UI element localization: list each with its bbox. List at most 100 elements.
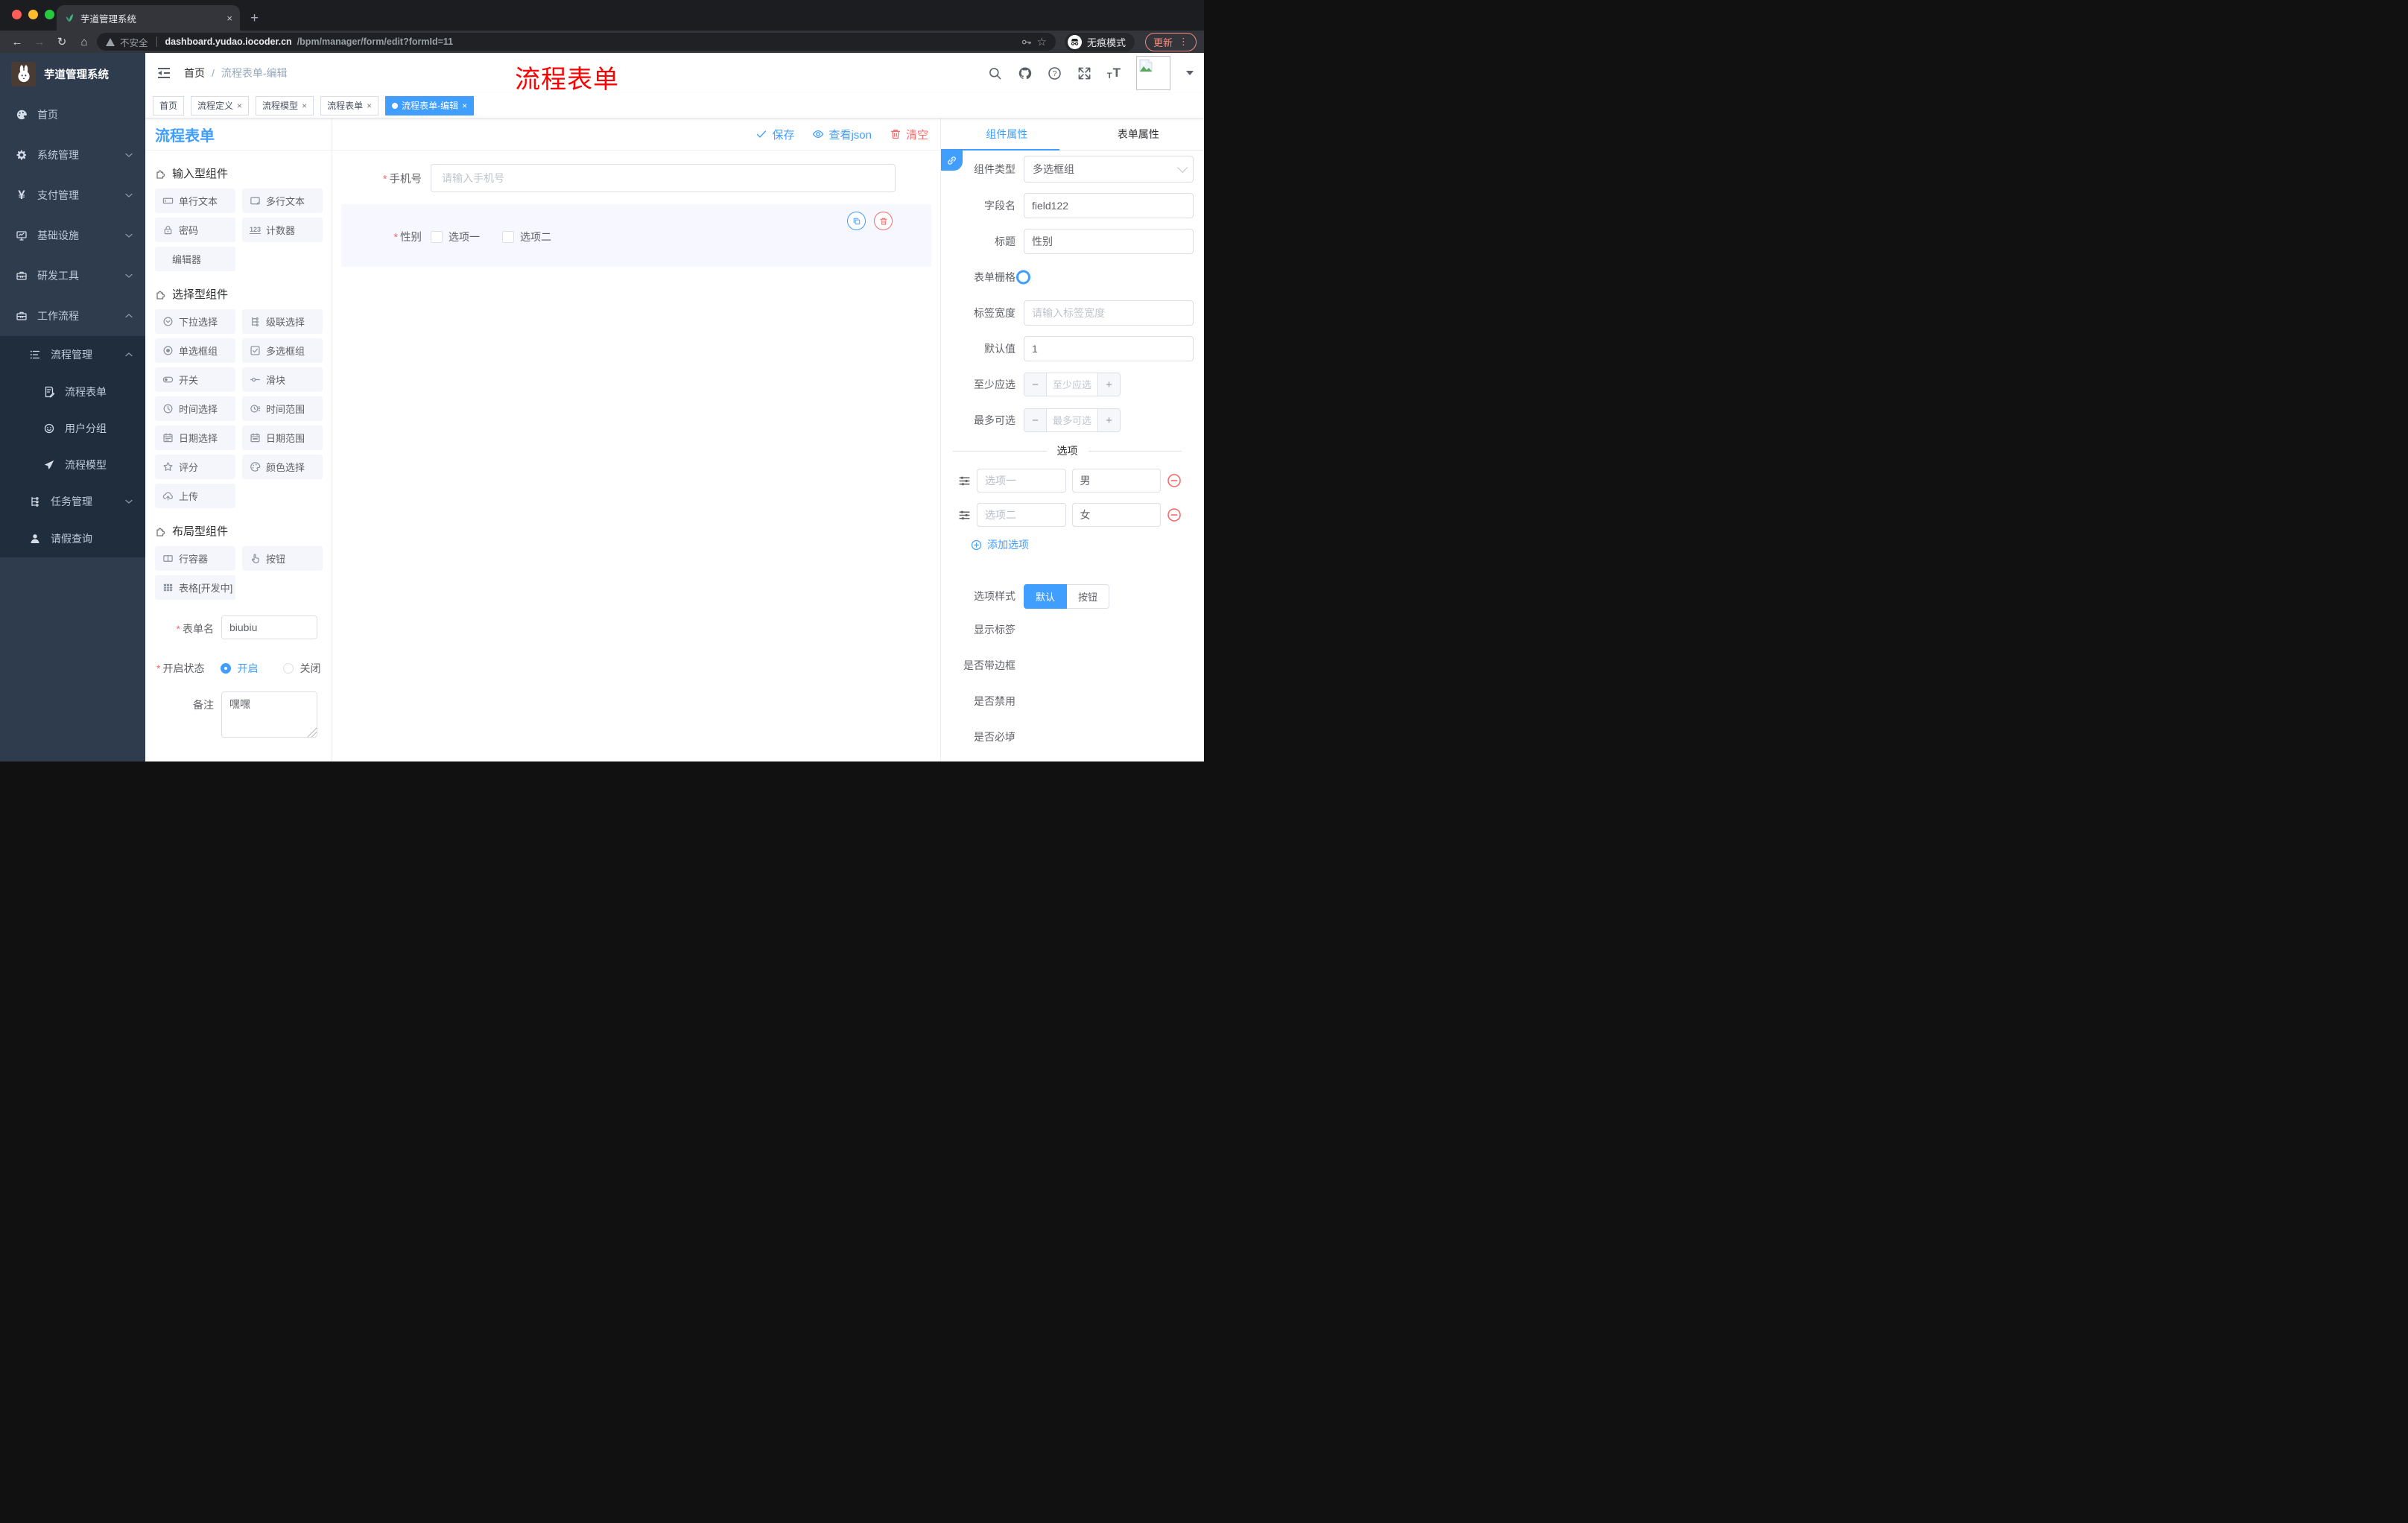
sidebar-item-user-group[interactable]: 用户分组: [0, 410, 145, 446]
zoom-window-button[interactable]: [45, 10, 54, 19]
radio-on-label[interactable]: 开启: [237, 661, 258, 676]
palette-item-editor[interactable]: 编辑器: [155, 247, 235, 271]
option-value-input[interactable]: [1071, 503, 1161, 527]
checkbox-icon[interactable]: [502, 230, 514, 243]
style-button-button[interactable]: 按钮: [1067, 583, 1110, 609]
panel-link-handle[interactable]: [941, 150, 963, 171]
stepper-increase-button[interactable]: +: [1097, 409, 1120, 431]
slider-handle[interactable]: [1016, 270, 1030, 285]
close-window-button[interactable]: [12, 10, 22, 19]
tag-close-icon[interactable]: ×: [367, 101, 372, 111]
form-name-input[interactable]: [221, 615, 317, 639]
sidebar-item-process-form[interactable]: 流程表单: [0, 373, 145, 410]
home-button[interactable]: ⌂: [75, 36, 94, 48]
palette-item-color-picker[interactable]: 颜色选择: [242, 455, 323, 479]
drag-handle-icon[interactable]: [958, 509, 971, 522]
security-label[interactable]: 不安全: [120, 35, 148, 49]
search-icon[interactable]: [988, 66, 1002, 80]
view-json-button[interactable]: 查看json: [812, 127, 872, 142]
label-width-input[interactable]: [1024, 300, 1194, 326]
tag-process-definition[interactable]: 流程定义 ×: [191, 95, 250, 115]
sidebar-item-payment[interactable]: ¥ 支付管理: [0, 175, 145, 215]
avatar-caret-icon[interactable]: [1186, 71, 1194, 75]
new-tab-button[interactable]: +: [250, 10, 259, 27]
add-option-button[interactable]: 添加选项: [971, 537, 1194, 552]
palette-item-row-container[interactable]: 行容器: [155, 546, 235, 571]
sidebar-collapse-icon[interactable]: [156, 66, 171, 80]
sidebar-item-infrastructure[interactable]: 基础设施: [0, 215, 145, 256]
copy-component-button[interactable]: [847, 212, 866, 230]
palette-item-upload[interactable]: 上传: [155, 484, 235, 508]
tab-form-props[interactable]: 表单属性: [1073, 118, 1205, 150]
sidebar-item-devtools[interactable]: 研发工具: [0, 256, 145, 296]
delete-component-button[interactable]: [874, 212, 893, 230]
forward-button[interactable]: →: [30, 36, 49, 48]
save-button[interactable]: 保存: [755, 127, 794, 142]
browser-menu-kebab-icon[interactable]: ⋮: [1179, 36, 1188, 48]
checkbox-option-2[interactable]: 选项二: [502, 229, 551, 244]
github-icon[interactable]: [1018, 66, 1032, 80]
canvas-field-phone[interactable]: * 手机号: [341, 164, 896, 192]
palette-item-slider[interactable]: 滑块: [242, 367, 323, 392]
palette-item-password[interactable]: 密码: [155, 218, 235, 242]
option-label-input[interactable]: [977, 503, 1066, 527]
remove-option-icon[interactable]: [1167, 507, 1182, 522]
style-default-button[interactable]: 默认: [1024, 583, 1068, 609]
tag-process-form-edit[interactable]: 流程表单-编辑 ×: [385, 95, 475, 115]
macos-traffic-lights[interactable]: [12, 10, 54, 19]
browser-tab[interactable]: 芋道管理系统 ×: [57, 5, 240, 31]
palette-item-counter[interactable]: 123 计数器: [242, 218, 323, 242]
palette-item-table[interactable]: 表格[开发中]: [155, 575, 235, 600]
bookmark-star-icon[interactable]: ☆: [1037, 35, 1047, 48]
sidebar-item-process-management[interactable]: 流程管理: [0, 336, 145, 373]
tab-component-props[interactable]: 组件属性: [941, 118, 1073, 150]
palette-item-cascader[interactable]: 级联选择: [242, 309, 323, 334]
sidebar-item-leave-query[interactable]: 请假查询: [0, 520, 145, 557]
checkbox-icon[interactable]: [431, 230, 443, 243]
min-select-input[interactable]: [1047, 373, 1097, 396]
max-select-input[interactable]: [1047, 409, 1097, 431]
clear-button[interactable]: 清空: [890, 127, 928, 142]
font-size-icon[interactable]: TT: [1107, 66, 1121, 80]
checkbox-option-1[interactable]: 选项一: [431, 229, 480, 244]
sidebar-item-workflow[interactable]: 工作流程: [0, 296, 145, 336]
field-name-input[interactable]: [1024, 193, 1194, 218]
title-input[interactable]: [1024, 229, 1194, 254]
tag-close-icon[interactable]: ×: [237, 101, 242, 111]
tag-home[interactable]: 首页: [153, 95, 185, 115]
stepper-decrease-button[interactable]: −: [1024, 373, 1047, 396]
default-value-input[interactable]: [1024, 336, 1194, 361]
password-key-icon[interactable]: [1021, 37, 1032, 48]
radio-off[interactable]: [283, 663, 294, 674]
palette-item-date-picker[interactable]: 日期选择: [155, 425, 235, 450]
avatar[interactable]: [1136, 56, 1170, 90]
fullscreen-icon[interactable]: [1077, 66, 1091, 80]
sidebar-item-process-model[interactable]: 流程模型: [0, 446, 145, 483]
palette-item-radio-group[interactable]: 单选框组: [155, 338, 235, 363]
sidebar-item-home[interactable]: 首页: [0, 95, 145, 135]
palette-item-switch[interactable]: 开关: [155, 367, 235, 392]
canvas-field-gender-selected[interactable]: * 性别 选项一 选项二: [341, 204, 931, 267]
component-type-select[interactable]: 多选框组: [1024, 156, 1194, 183]
back-button[interactable]: ←: [7, 36, 27, 48]
option-value-input[interactable]: [1071, 469, 1161, 493]
browser-update-button[interactable]: 更新 ⋮: [1144, 32, 1197, 51]
palette-item-multi-line-text[interactable]: 多行文本: [242, 189, 323, 213]
tag-process-model[interactable]: 流程模型 ×: [256, 95, 314, 115]
palette-item-rate[interactable]: 评分: [155, 455, 235, 479]
help-icon[interactable]: ?: [1048, 66, 1062, 80]
tab-close-icon[interactable]: ×: [226, 13, 232, 24]
phone-input[interactable]: [431, 164, 896, 192]
form-remark-textarea[interactable]: 嘿嘿: [221, 691, 317, 738]
palette-item-time-picker[interactable]: 时间选择: [155, 396, 235, 421]
palette-item-date-range[interactable]: 日期范围: [242, 425, 323, 450]
radio-on[interactable]: [221, 663, 232, 674]
palette-item-single-line-text[interactable]: 单行文本: [155, 189, 235, 213]
tag-close-icon[interactable]: ×: [462, 101, 467, 111]
option-label-input[interactable]: [977, 469, 1066, 493]
stepper-decrease-button[interactable]: −: [1024, 409, 1047, 431]
palette-item-time-range[interactable]: 时间范围: [242, 396, 323, 421]
tag-process-form[interactable]: 流程表单 ×: [320, 95, 379, 115]
reload-button[interactable]: ↻: [52, 35, 72, 48]
update-label[interactable]: 更新: [1153, 35, 1173, 49]
